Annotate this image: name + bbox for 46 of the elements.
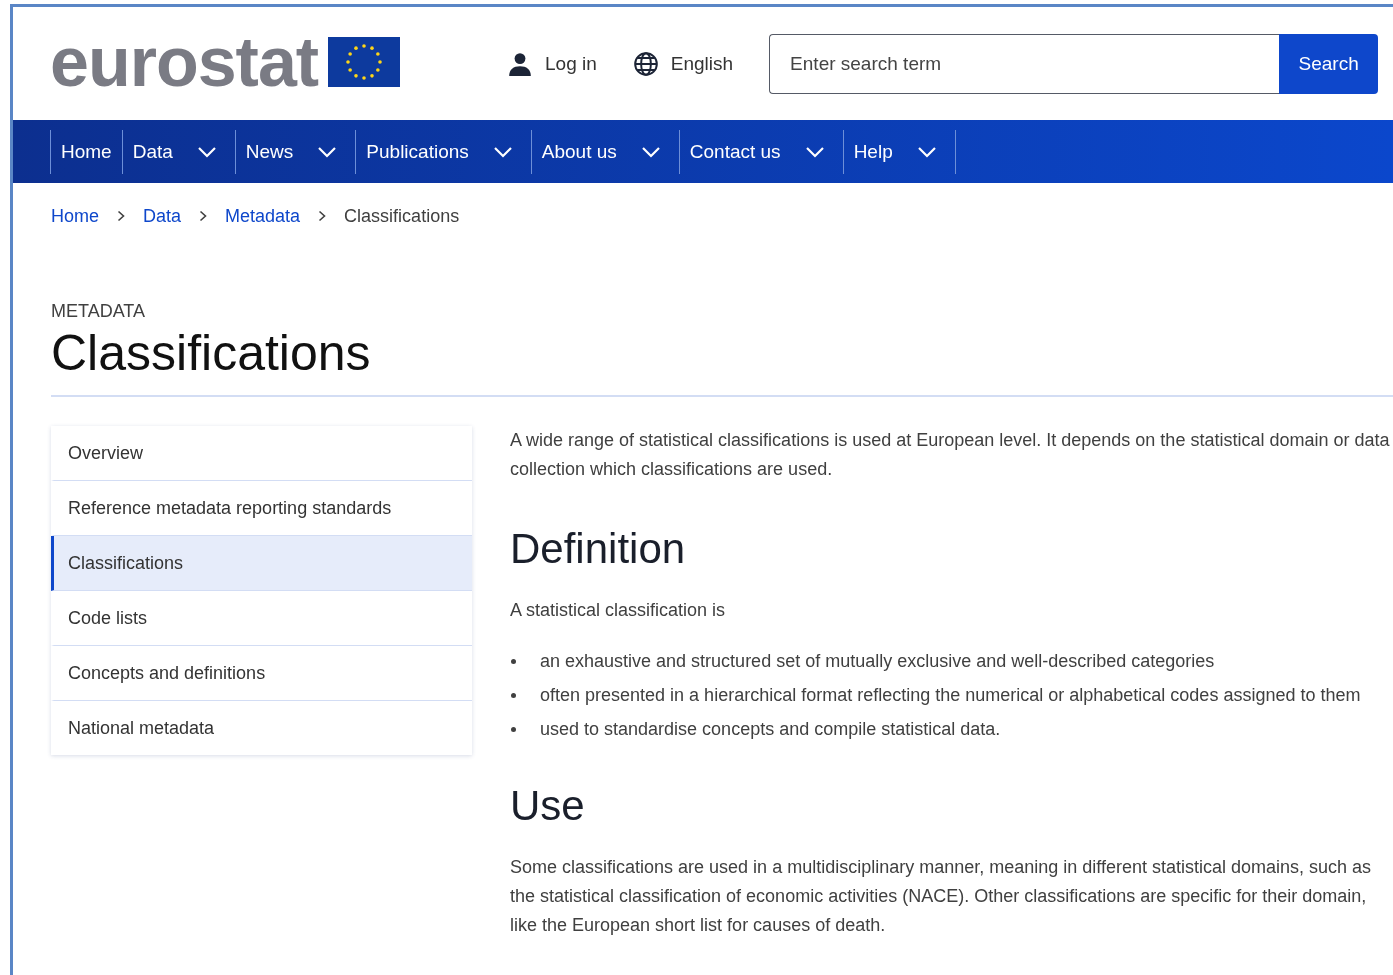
chevron-down-icon[interactable] [640, 145, 661, 158]
chevron-down-icon[interactable] [317, 145, 338, 158]
chevron-right-icon [199, 210, 208, 222]
user-icon [507, 50, 533, 77]
search-field[interactable]: Enter search term [769, 33, 1280, 94]
list-item: an exhaustive and structured set of mutually exclusive and well-described categories [540, 650, 1215, 674]
sidebar-item[interactable]: Concepts and definitions [51, 646, 472, 701]
nav-link[interactable]: Data [122, 140, 183, 163]
chevron-down-icon[interactable] [916, 145, 937, 158]
breadcrumb-link[interactable]: Data [143, 205, 182, 227]
sidebar-item[interactable]: National metadata [51, 701, 472, 755]
breadcrumb-current: Classifications [344, 205, 460, 227]
language-link[interactable]: English [632, 50, 734, 77]
paragraph: A wide range of statistical classifications is used at European level. It depends on the statistical domain or data collection which classifications are used. [510, 429, 1390, 481]
eurostat-logo[interactable]: eurostat [50, 26, 319, 97]
nav-link[interactable]: Help [843, 140, 903, 163]
chevron-down-icon[interactable] [196, 145, 217, 158]
login-link[interactable]: Log in [507, 50, 597, 77]
nav-link[interactable]: Contact us [679, 140, 791, 163]
nav-link[interactable]: News [235, 140, 304, 163]
section-heading: Definition [510, 526, 687, 573]
page-category: METADATA [51, 301, 146, 322]
breadcrumb-link[interactable]: Metadata [225, 205, 301, 227]
sidebar-item[interactable]: Code lists [51, 591, 472, 646]
section-heading: Use [510, 783, 586, 830]
bullet-icon [511, 659, 516, 665]
list-item: used to standardise concepts and compile statistical data. [540, 718, 1001, 742]
bullet-icon [511, 693, 516, 699]
chevron-down-icon[interactable] [492, 145, 513, 158]
chevron-right-icon [318, 210, 327, 222]
paragraph: A statistical classification is [510, 599, 727, 623]
nav-link[interactable]: Home [51, 140, 122, 163]
globe-icon [632, 50, 659, 77]
sidebar-item[interactable]: Classifications [51, 536, 472, 591]
page-title: Classifications [51, 326, 372, 381]
sidebar-item[interactable]: Overview [51, 426, 472, 481]
chevron-right-icon [117, 210, 125, 222]
search-button[interactable]: Search [1279, 33, 1379, 94]
paragraph: Some classifications are used in a multidisciplinary manner, meaning in different statistical domains, such as the statistical classification of economic activities (NACE). Other classifications are specific for their domain, like the European short list for causes of death. [510, 856, 1373, 938]
bullet-icon [511, 727, 516, 733]
nav-link[interactable]: About us [531, 140, 627, 163]
nav-link[interactable]: Publications [356, 140, 479, 163]
chevron-down-icon[interactable] [804, 145, 825, 158]
breadcrumb-link[interactable]: Home [51, 205, 99, 227]
list-item: often presented in a hierarchical format reflecting the numerical or alphabetical codes assigned to them [540, 684, 1361, 708]
flag-icon [328, 36, 401, 87]
